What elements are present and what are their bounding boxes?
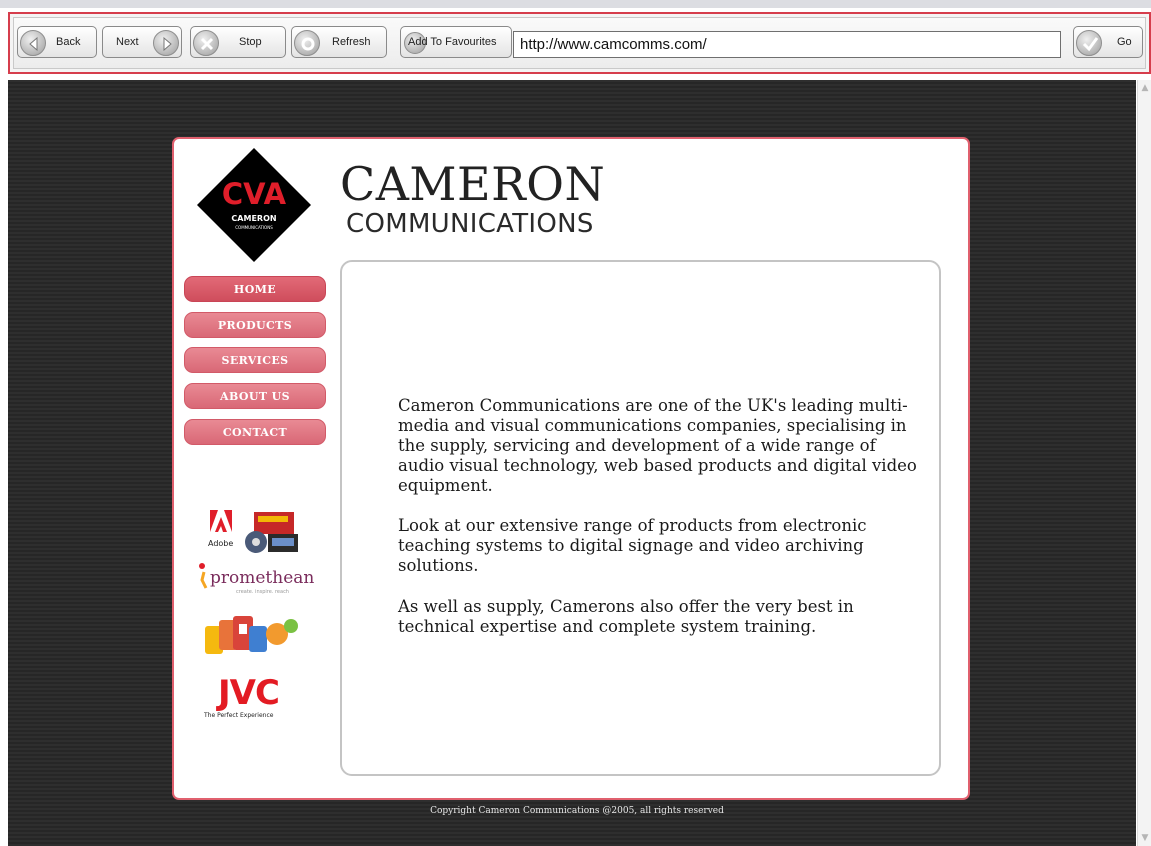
back-button[interactable]: Back bbox=[17, 26, 97, 58]
address-bar[interactable] bbox=[513, 31, 1061, 58]
cameron-logo[interactable]: CVA CAMERON COMMUNICATIONS bbox=[197, 148, 311, 262]
services-paragraph: As well as supply, Camerons also offer t… bbox=[398, 597, 854, 636]
next-arrow-icon bbox=[153, 30, 179, 56]
scroll-down-arrow-icon[interactable]: ▼ bbox=[1139, 832, 1151, 844]
stop-label: Stop bbox=[239, 36, 262, 48]
promethean-tagline: create. inspire. reach bbox=[236, 589, 289, 595]
back-arrow-icon bbox=[20, 30, 46, 56]
stop-button[interactable]: Stop bbox=[190, 26, 286, 58]
adobe-a-icon bbox=[210, 510, 232, 532]
copyright-footer: Copyright Cameron Communications @2005, … bbox=[430, 806, 724, 816]
back-label: Back bbox=[56, 36, 81, 48]
brand-title: CAMERON bbox=[340, 157, 606, 211]
logo-caption: CAMERON bbox=[231, 214, 276, 223]
go-label: Go bbox=[1117, 36, 1132, 48]
checkmark-icon bbox=[1076, 30, 1102, 56]
office-partner-logo[interactable] bbox=[205, 612, 303, 656]
promethean-figure-icon bbox=[199, 563, 208, 589]
stop-x-icon bbox=[193, 30, 219, 56]
brand-subtitle: COMMUNICATIONS bbox=[346, 209, 594, 239]
refresh-button[interactable]: Refresh bbox=[291, 26, 387, 58]
nav-home[interactable]: HOME bbox=[184, 276, 326, 302]
promethean-partner-logo[interactable]: promethean create. inspire. reach bbox=[198, 562, 314, 596]
office-apps-icon bbox=[205, 616, 298, 654]
jvc-tagline: The Perfect Experience bbox=[204, 712, 274, 719]
vertical-scrollbar[interactable]: ▲ ▼ bbox=[1137, 80, 1151, 846]
intro-paragraph: Cameron Communications are one of the UK… bbox=[398, 396, 917, 495]
nav-contact[interactable]: CONTACT bbox=[184, 419, 326, 445]
add-to-favourites-button[interactable]: Add To Favourites bbox=[400, 26, 512, 58]
adobe-partner-logo[interactable]: Adobe bbox=[208, 510, 302, 556]
nav-about-us[interactable]: ABOUT US bbox=[184, 383, 326, 409]
promethean-wordmark: promethean bbox=[210, 568, 315, 588]
go-button[interactable]: Go bbox=[1073, 26, 1143, 58]
window-top-strip bbox=[0, 0, 1151, 8]
nav-services[interactable]: SERVICES bbox=[184, 347, 326, 373]
jvc-partner-logo[interactable]: JVC The Perfect Experience bbox=[204, 674, 314, 726]
products-paragraph: Look at our extensive range of products … bbox=[398, 516, 867, 575]
jvc-wordmark: JVC bbox=[218, 673, 280, 713]
refresh-label: Refresh bbox=[332, 36, 371, 48]
next-button[interactable]: Next bbox=[102, 26, 182, 58]
refresh-icon bbox=[294, 30, 320, 56]
scroll-up-arrow-icon[interactable]: ▲ bbox=[1139, 82, 1151, 94]
favourites-label: Add To Favourites bbox=[408, 36, 497, 48]
logo-subcaption: COMMUNICATIONS bbox=[235, 225, 273, 230]
logo-mark-text: CVA bbox=[222, 177, 287, 211]
adobe-label: Adobe bbox=[208, 539, 234, 548]
next-label: Next bbox=[116, 36, 139, 48]
software-boxes-icon bbox=[245, 512, 298, 553]
nav-products[interactable]: PRODUCTS bbox=[184, 312, 326, 338]
